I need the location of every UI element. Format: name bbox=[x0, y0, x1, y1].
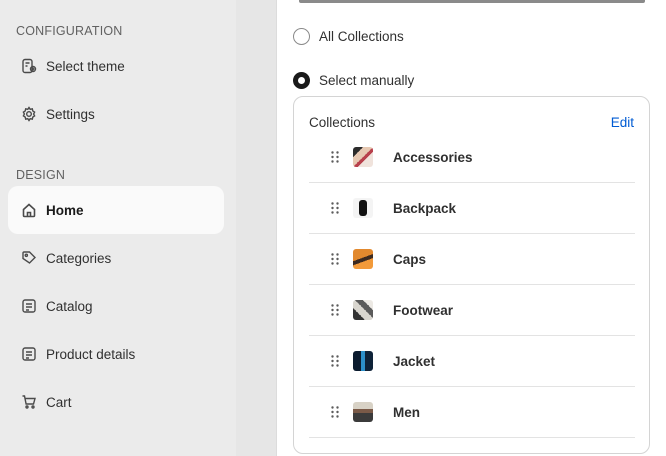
sidebar-item-cart[interactable]: Cart bbox=[8, 378, 224, 426]
collection-name: Footwear bbox=[393, 302, 454, 318]
option-select-manually[interactable]: Select manually bbox=[293, 72, 414, 89]
sidebar-item-categories[interactable]: Categories bbox=[8, 234, 224, 282]
edit-collections-link[interactable]: Edit bbox=[611, 115, 634, 130]
list-item[interactable]: Backpack bbox=[309, 183, 635, 234]
cart-icon bbox=[20, 393, 38, 411]
list-item[interactable]: Caps bbox=[309, 234, 635, 285]
sidebar-item-label: Catalog bbox=[46, 298, 93, 314]
collections-list: Accessories Backpack Caps Footwear Jacke… bbox=[309, 132, 635, 438]
collection-thumbnail bbox=[353, 351, 373, 371]
sidebar-item-label: Cart bbox=[46, 394, 72, 410]
gear-icon bbox=[20, 105, 38, 123]
collection-thumbnail bbox=[353, 198, 373, 218]
sidebar-item-label: Product details bbox=[46, 346, 136, 362]
sidebar-item-label: Select theme bbox=[46, 58, 125, 74]
collection-name: Caps bbox=[393, 251, 427, 267]
sidebar-item-catalog[interactable]: Catalog bbox=[8, 282, 224, 330]
sidebar-item-label: Home bbox=[46, 202, 84, 218]
sidebar-item-settings[interactable]: Settings bbox=[8, 90, 224, 138]
sidebar-item-select-theme[interactable]: Select theme bbox=[8, 42, 224, 90]
scroll-edge-divider bbox=[299, 0, 645, 3]
collection-name: Jacket bbox=[393, 353, 436, 369]
collection-thumbnail bbox=[353, 402, 373, 422]
list-item[interactable]: Men bbox=[309, 387, 635, 438]
sidebar: CONFIGURATION Select theme Settings DESI… bbox=[0, 0, 236, 456]
collection-name: Men bbox=[393, 404, 420, 420]
section-title-design: DESIGN bbox=[16, 168, 66, 182]
card-title: Collections bbox=[309, 115, 376, 130]
option-label: Select manually bbox=[319, 73, 415, 88]
collection-name: Accessories bbox=[393, 149, 473, 165]
list-item[interactable]: Jacket bbox=[309, 336, 635, 387]
tag-icon bbox=[20, 249, 38, 267]
list-item[interactable]: Accessories bbox=[309, 132, 635, 183]
collection-thumbnail bbox=[353, 300, 373, 320]
drag-handle-icon[interactable] bbox=[309, 406, 353, 418]
drag-handle-icon[interactable] bbox=[309, 151, 353, 163]
collections-card: Collections Edit Accessories Backpack Ca… bbox=[293, 96, 650, 454]
collection-thumbnail bbox=[353, 147, 373, 167]
catalog-icon bbox=[20, 297, 38, 315]
section-title-configuration: CONFIGURATION bbox=[16, 24, 123, 38]
option-all-collections[interactable]: All Collections bbox=[293, 28, 404, 45]
sidebar-item-product-details[interactable]: Product details bbox=[8, 330, 224, 378]
list-item[interactable]: Footwear bbox=[309, 285, 635, 336]
option-label: All Collections bbox=[319, 29, 404, 44]
collection-thumbnail bbox=[353, 249, 373, 269]
sidebar-item-home[interactable]: Home bbox=[8, 186, 224, 234]
radio-checked-icon[interactable] bbox=[293, 72, 310, 89]
sidebar-item-label: Categories bbox=[46, 250, 112, 266]
radio-unchecked-icon[interactable] bbox=[293, 28, 310, 45]
drag-handle-icon[interactable] bbox=[309, 355, 353, 367]
panel-gutter bbox=[236, 0, 276, 456]
drag-handle-icon[interactable] bbox=[309, 253, 353, 265]
drag-handle-icon[interactable] bbox=[309, 304, 353, 316]
product-details-icon bbox=[20, 345, 38, 363]
home-icon bbox=[20, 201, 38, 219]
settings-panel: All Collections Select manually Collecti… bbox=[276, 0, 666, 456]
sidebar-item-label: Settings bbox=[46, 106, 95, 122]
theme-icon bbox=[20, 57, 38, 75]
collection-name: Backpack bbox=[393, 200, 457, 216]
drag-handle-icon[interactable] bbox=[309, 202, 353, 214]
